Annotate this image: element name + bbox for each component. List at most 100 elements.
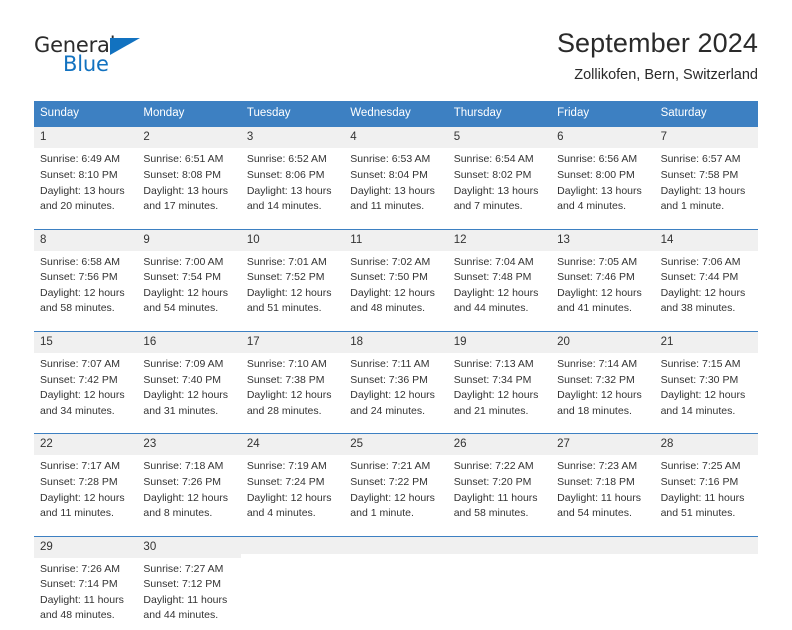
calendar-day-cell[interactable]: 24 Sunrise: 7:19 AM Sunset: 7:24 PM Dayligh… xyxy=(240,434,345,528)
calendar-week-row: 15 Sunrise: 7:07 AM Sunset: 7:42 PM Dayligh… xyxy=(34,330,758,426)
calendar-day-cell[interactable]: 23 Sunrise: 7:18 AM Sunset: 7:26 PM Dayligh… xyxy=(137,434,241,528)
day-number: 19 xyxy=(447,331,552,354)
daylight-duration-line1: Daylight: 13 hours xyxy=(350,184,435,197)
general-blue-logo: General Blue xyxy=(34,26,154,78)
sunset-time: Sunset: 8:02 PM xyxy=(453,168,532,181)
calendar-day-cell-empty xyxy=(240,536,345,630)
calendar-day-cell[interactable]: 1 Sunrise: 6:49 AM Sunset: 8:10 PM Daylight… xyxy=(34,127,138,221)
sunrise-time: Sunrise: 7:11 AM xyxy=(350,358,430,371)
day-number: 12 xyxy=(447,229,552,251)
sunset-time: Sunset: 7:20 PM xyxy=(453,476,532,489)
weekday-header-row: Sunday Monday Tuesday Wednesday Thursday Frid… xyxy=(34,101,758,128)
daylight-duration-line2: and 8 minutes. xyxy=(143,507,213,520)
day-details: Sunrise: 7:26 AM Sunset: 7:14 PM Daylight:… xyxy=(34,558,137,630)
triangle-icon xyxy=(110,38,140,55)
daylight-duration-line2: and 11 minutes. xyxy=(40,507,114,520)
sunrise-time: Sunrise: 6:51 AM xyxy=(143,153,224,166)
sunset-time: Sunset: 7:46 PM xyxy=(557,271,635,284)
day-details: Sunrise: 7:17 AM Sunset: 7:28 PM Daylight:… xyxy=(34,455,137,527)
daylight-duration-line1: Daylight: 12 hours xyxy=(350,491,435,504)
daylight-duration-line1: Daylight: 12 hours xyxy=(660,389,746,402)
sunrise-time: Sunrise: 7:09 AM xyxy=(143,358,224,371)
daylight-duration-line1: Daylight: 12 hours xyxy=(40,286,125,299)
day-details: Sunrise: 7:07 AM Sunset: 7:42 PM Daylight:… xyxy=(34,353,137,425)
calendar-day-cell[interactable]: 19 Sunrise: 7:13 AM Sunset: 7:34 PM Dayligh… xyxy=(447,331,552,426)
day-number: 11 xyxy=(344,229,448,251)
day-details: Sunrise: 6:52 AM Sunset: 8:06 PM Daylight:… xyxy=(241,148,344,220)
daylight-duration-line2: and 51 minutes. xyxy=(660,507,736,520)
sunrise-time: Sunrise: 7:04 AM xyxy=(453,255,534,268)
calendar-day-cell[interactable]: 2 Sunrise: 6:51 AM Sunset: 8:08 PM Daylight… xyxy=(137,127,241,221)
calendar-day-cell[interactable]: 12 Sunrise: 7:04 AM Sunset: 7:48 PM Dayligh… xyxy=(447,229,552,323)
day-number: 29 xyxy=(34,536,138,558)
calendar-day-cell[interactable]: 16 Sunrise: 7:09 AM Sunset: 7:40 PM Dayligh… xyxy=(137,331,241,426)
calendar-day-cell[interactable]: 11 Sunrise: 7:02 AM Sunset: 7:50 PM Dayligh… xyxy=(344,229,448,323)
daylight-duration-line2: and 51 minutes. xyxy=(246,302,322,315)
calendar-day-cell[interactable]: 15 Sunrise: 7:07 AM Sunset: 7:42 PM Dayligh… xyxy=(34,331,138,426)
sunset-time: Sunset: 7:50 PM xyxy=(350,271,428,284)
daylight-duration-line1: Daylight: 12 hours xyxy=(557,389,642,402)
daylight-duration-line2: and 41 minutes. xyxy=(557,302,632,315)
calendar-weeks: 1 Sunrise: 6:49 AM Sunset: 8:10 PM Daylight… xyxy=(34,127,758,630)
calendar-day-cell[interactable]: 29 Sunrise: 7:26 AM Sunset: 7:14 PM Dayligh… xyxy=(34,536,138,630)
calendar-day-cell[interactable]: 21 Sunrise: 7:15 AM Sunset: 7:30 PM Dayligh… xyxy=(654,331,758,426)
calendar-day-cell[interactable]: 25 Sunrise: 7:21 AM Sunset: 7:22 PM Dayligh… xyxy=(344,434,448,528)
daylight-duration-line1: Daylight: 12 hours xyxy=(557,286,642,299)
calendar-day-cell[interactable]: 7 Sunrise: 6:57 AM Sunset: 7:58 PM Daylight… xyxy=(654,127,758,221)
calendar-day-cell[interactable]: 27 Sunrise: 7:23 AM Sunset: 7:18 PM Dayligh… xyxy=(551,434,655,528)
day-number: 8 xyxy=(34,229,138,251)
weekday-header-saturday: Saturday xyxy=(660,107,707,120)
daylight-duration-line2: and 14 minutes. xyxy=(246,200,322,213)
calendar-day-cell[interactable]: 20 Sunrise: 7:14 AM Sunset: 7:32 PM Dayligh… xyxy=(551,331,655,426)
daylight-duration-line1: Daylight: 12 hours xyxy=(40,491,125,504)
calendar-day-cell[interactable]: 14 Sunrise: 7:06 AM Sunset: 7:44 PM Dayligh… xyxy=(654,229,758,323)
sunrise-time: Sunrise: 7:15 AM xyxy=(660,358,741,371)
calendar-day-cell[interactable]: 6 Sunrise: 6:56 AM Sunset: 8:00 PM Daylight… xyxy=(551,127,655,221)
daylight-duration-line1: Daylight: 13 hours xyxy=(246,184,332,197)
sunset-time: Sunset: 7:36 PM xyxy=(350,373,428,386)
daylight-duration-line2: and 48 minutes. xyxy=(350,302,425,315)
calendar-week-row: 1 Sunrise: 6:49 AM Sunset: 8:10 PM Daylight… xyxy=(34,127,758,221)
masthead: General Blue September 2024 Zollikofen, … xyxy=(0,0,792,84)
sunrise-time: Sunrise: 6:54 AM xyxy=(453,153,534,166)
sunrise-time: Sunrise: 6:58 AM xyxy=(40,255,120,268)
calendar-day-cell[interactable]: 13 Sunrise: 7:05 AM Sunset: 7:46 PM Dayligh… xyxy=(551,229,655,323)
day-number xyxy=(551,536,655,554)
day-details: Sunrise: 6:51 AM Sunset: 8:08 PM Daylight:… xyxy=(137,148,240,220)
calendar-day-cell[interactable]: 4 Sunrise: 6:53 AM Sunset: 8:04 PM Daylight… xyxy=(344,127,448,221)
calendar-day-cell[interactable]: 22 Sunrise: 7:17 AM Sunset: 7:28 PM Dayligh… xyxy=(34,434,138,528)
daylight-duration-line2: and 44 minutes. xyxy=(453,302,529,315)
sunrise-time: Sunrise: 7:25 AM xyxy=(660,460,741,473)
day-number: 2 xyxy=(137,127,241,149)
day-details: Sunrise: 6:49 AM Sunset: 8:10 PM Daylight:… xyxy=(34,148,137,220)
day-details: Sunrise: 7:19 AM Sunset: 7:24 PM Daylight:… xyxy=(241,455,344,527)
daylight-duration-line1: Daylight: 12 hours xyxy=(660,286,746,299)
day-number: 1 xyxy=(34,127,138,149)
daylight-duration-line1: Daylight: 11 hours xyxy=(660,491,745,504)
sunrise-time: Sunrise: 7:21 AM xyxy=(350,460,431,473)
daylight-duration-line2: and 21 minutes. xyxy=(453,404,529,417)
calendar-day-cell[interactable]: 28 Sunrise: 7:25 AM Sunset: 7:16 PM Dayligh… xyxy=(654,434,758,528)
calendar-day-cell[interactable]: 5 Sunrise: 6:54 AM Sunset: 8:02 PM Daylight… xyxy=(447,127,552,221)
day-number: 6 xyxy=(551,127,655,149)
calendar-day-cell[interactable]: 18 Sunrise: 7:11 AM Sunset: 7:36 PM Dayligh… xyxy=(344,331,448,426)
sunrise-time: Sunrise: 6:56 AM xyxy=(557,153,638,166)
calendar-day-cell[interactable]: 10 Sunrise: 7:01 AM Sunset: 7:52 PM Dayligh… xyxy=(240,229,345,323)
calendar-day-cell[interactable]: 8 Sunrise: 6:58 AM Sunset: 7:56 PM Daylight… xyxy=(34,229,138,323)
day-details: Sunrise: 7:25 AM Sunset: 7:16 PM Daylight:… xyxy=(655,455,758,527)
calendar-day-cell[interactable]: 17 Sunrise: 7:10 AM Sunset: 7:38 PM Dayligh… xyxy=(240,331,345,426)
day-details: Sunrise: 7:11 AM Sunset: 7:36 PM Daylight:… xyxy=(344,353,447,425)
calendar-day-cell[interactable]: 30 Sunrise: 7:27 AM Sunset: 7:12 PM Dayligh… xyxy=(137,536,241,630)
calendar-day-cell[interactable]: 3 Sunrise: 6:52 AM Sunset: 8:06 PM Daylight… xyxy=(240,127,345,221)
sunset-time: Sunset: 7:12 PM xyxy=(143,578,222,591)
sunrise-time: Sunrise: 7:22 AM xyxy=(453,460,534,473)
day-number: 24 xyxy=(240,434,345,456)
calendar-day-cell[interactable]: 9 Sunrise: 7:00 AM Sunset: 7:54 PM Daylight… xyxy=(137,229,241,323)
day-details: Sunrise: 7:10 AM Sunset: 7:38 PM Daylight:… xyxy=(241,353,344,425)
sunset-time: Sunset: 7:38 PM xyxy=(246,373,325,386)
sunrise-time: Sunrise: 6:49 AM xyxy=(40,153,120,166)
sunset-time: Sunset: 7:30 PM xyxy=(660,373,739,386)
sunset-time: Sunset: 7:24 PM xyxy=(246,476,325,489)
calendar-day-cell[interactable]: 26 Sunrise: 7:22 AM Sunset: 7:20 PM Dayligh… xyxy=(447,434,552,528)
daylight-duration-line1: Daylight: 11 hours xyxy=(40,593,124,606)
